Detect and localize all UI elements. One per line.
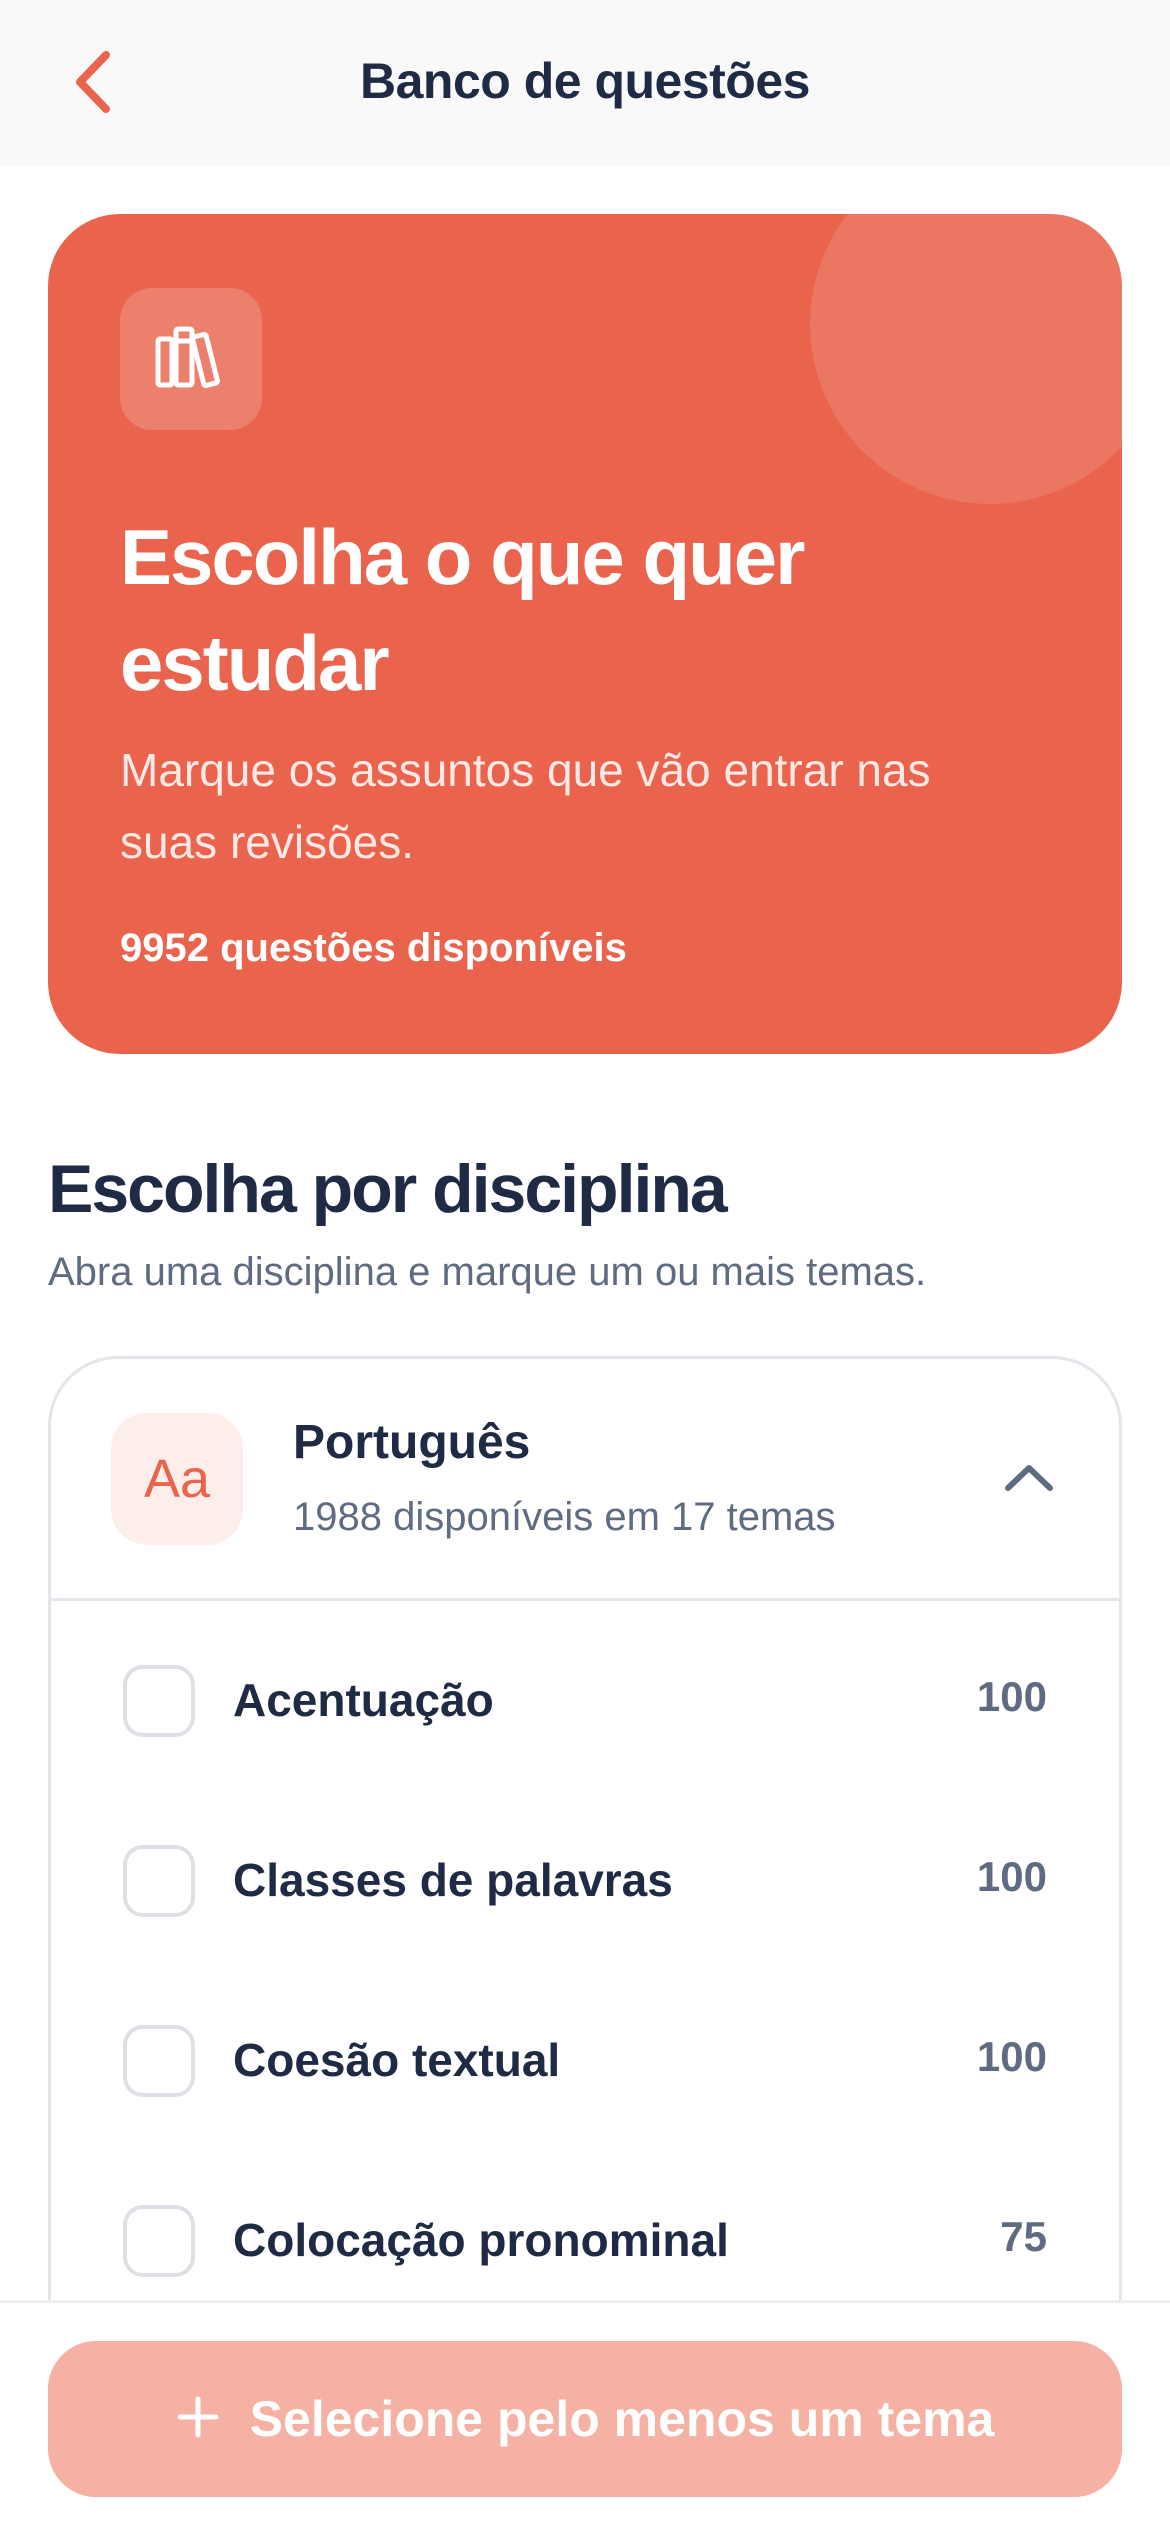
discipline-meta: 1988 disponíveis em 17 temas — [293, 1495, 836, 1539]
topic-checkbox[interactable] — [123, 2025, 195, 2097]
topic-label: Coesão textual — [233, 2034, 561, 2086]
hero-icon-box — [120, 288, 262, 430]
topic-count: 75 — [1000, 2213, 1047, 2260]
topic-label: Colocação pronominal — [233, 2214, 729, 2266]
discipline-avatar: Aa — [111, 1413, 243, 1545]
hero-title: Escolha o que quer estudar — [120, 513, 805, 707]
topic-row[interactable]: Coesão textual 100 — [51, 1981, 1119, 2161]
page-title: Banco de questões — [360, 53, 810, 109]
chevron-up-icon — [1004, 1462, 1054, 1497]
topic-count: 100 — [976, 1673, 1047, 1720]
topic-label: Acentuação — [233, 1674, 494, 1726]
hero-card: Escolha o que quer estudar Marque os ass… — [48, 214, 1122, 1054]
topic-count: 100 — [976, 2033, 1047, 2080]
section-subtitle: Abra uma disciplina e marque um ou mais … — [48, 1250, 927, 1294]
bottom-action-bar: Selecione pelo menos um tema — [0, 2300, 1170, 2532]
topic-checkbox[interactable] — [123, 1665, 195, 1737]
topic-checkbox[interactable] — [123, 2205, 195, 2277]
app-header: Banco de questões — [0, 0, 1170, 166]
available-questions-count: 9952 questões disponíveis — [120, 926, 627, 970]
topic-row[interactable]: Classes de palavras 100 — [51, 1801, 1119, 1981]
collapse-toggle[interactable] — [989, 1439, 1069, 1519]
books-icon — [154, 325, 228, 394]
discipline-name: Português — [293, 1416, 531, 1469]
hero-subtitle: Marque os assuntos que vão entrar nas su… — [120, 744, 931, 868]
section-title: Escolha por disciplina — [48, 1151, 728, 1227]
plus-icon — [176, 2395, 220, 2444]
start-session-button[interactable]: Selecione pelo menos um tema — [48, 2341, 1122, 2497]
topic-row[interactable]: Acentuação 100 — [51, 1621, 1119, 1801]
topic-label: Classes de palavras — [233, 1854, 673, 1906]
screen: Banco de questões Escolha o que quer est… — [0, 0, 1170, 2532]
hero-decoration — [810, 214, 1122, 504]
cta-label: Selecione pelo menos um tema — [249, 2391, 995, 2447]
discipline-header[interactable]: Aa Português 1988 disponíveis em 17 tema… — [51, 1359, 1119, 1601]
topic-count: 100 — [976, 1853, 1047, 1900]
topic-checkbox[interactable] — [123, 1845, 195, 1917]
